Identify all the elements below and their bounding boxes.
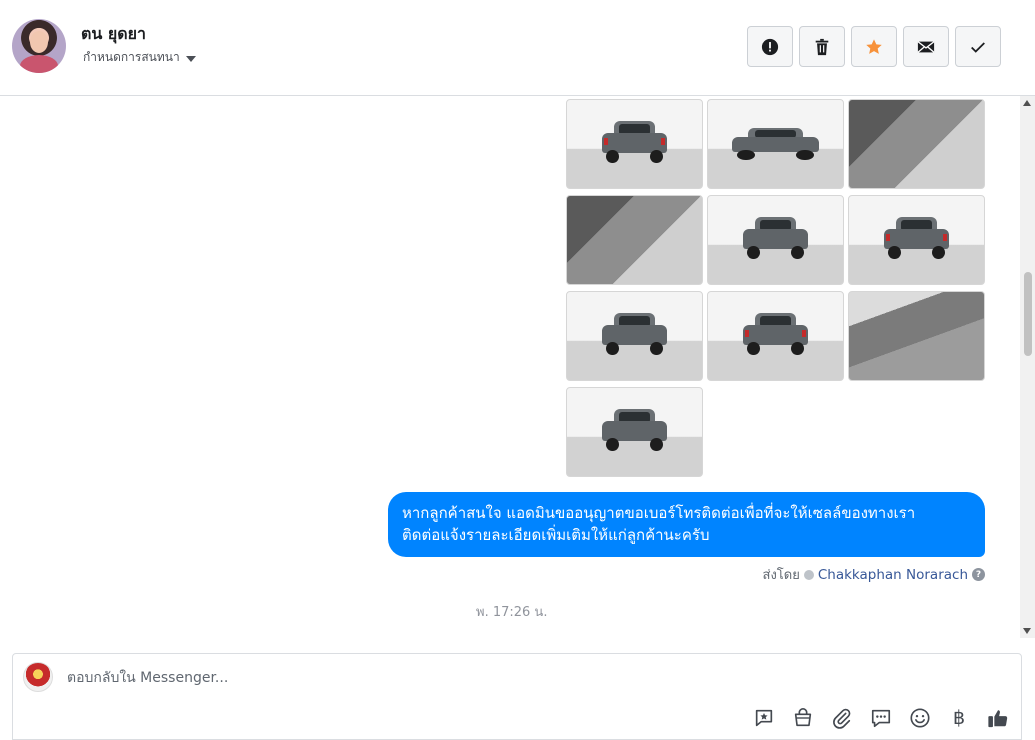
payment-button[interactable]: ฿ (948, 707, 970, 729)
thumbs-up-icon (988, 710, 1008, 728)
exclamation-icon (761, 38, 779, 55)
check-icon (971, 41, 985, 53)
envelope-icon (917, 40, 935, 53)
scroll-down-icon[interactable] (1023, 628, 1031, 634)
photo-thumbnail[interactable] (707, 291, 844, 381)
saved-reply-button[interactable] (753, 707, 775, 729)
conversation-settings-label: กำหนดการสนทนา (83, 50, 180, 64)
scroll-up-icon[interactable] (1023, 100, 1031, 106)
message-timestamp: พ. 17:26 น. (476, 605, 548, 620)
delete-button[interactable] (799, 26, 845, 67)
composer-tools: ฿ (753, 707, 1009, 729)
sent-by-info: ส่งโดย Chakkaphan Norarach ? (763, 564, 985, 585)
message-text-line-1: หากลูกค้าสนใจ แอดมินขออนุญาตขอเบอร์โทรติ… (402, 504, 916, 522)
photo-thumbnail[interactable] (848, 99, 985, 189)
mark-unread-button[interactable] (903, 26, 949, 67)
sent-by-label: ส่งโดย (762, 568, 800, 583)
contact-avatar[interactable] (12, 19, 66, 73)
photo-thumbnail[interactable] (566, 291, 703, 381)
mark-done-button[interactable] (955, 26, 1001, 67)
contact-name[interactable]: ตน ยุดยา (81, 22, 146, 47)
sender-name-link[interactable]: Chakkaphan Norarach (818, 567, 968, 583)
star-icon (866, 38, 882, 54)
like-button[interactable] (987, 707, 1009, 729)
photo-thumbnail[interactable] (848, 195, 985, 285)
message-text-line-2: ติดต่อแจ้งรายละเอียดเพิ่มเติมให้แก่ลูกค้… (402, 526, 710, 544)
photo-thumbnail[interactable] (566, 387, 703, 477)
baht-icon: ฿ (952, 707, 966, 729)
photo-thumbnail[interactable] (707, 195, 844, 285)
emoji-button[interactable] (909, 707, 931, 729)
header-actions (747, 26, 1001, 67)
saved-reply-icon (755, 709, 773, 727)
conversation-header: ตน ยุดยา กำหนดการสนทนา (0, 0, 1035, 96)
thread-scrollbar[interactable] (1020, 96, 1035, 638)
chat-bubble-icon (871, 709, 891, 728)
photo-thumbnail[interactable] (566, 99, 703, 189)
page-avatar (23, 662, 53, 692)
shop-button[interactable] (792, 707, 814, 729)
photo-thumbnail[interactable] (707, 99, 844, 189)
message-thread: หากลูกค้าสนใจ แอดมินขออนุญาตขอเบอร์โทรติ… (0, 96, 1035, 638)
star-button[interactable] (851, 26, 897, 67)
caret-down-icon (185, 55, 196, 62)
quick-reply-button[interactable] (870, 707, 892, 729)
photo-thumbnail[interactable] (566, 195, 703, 285)
reply-composer: ฿ (12, 653, 1022, 740)
emoji-icon (910, 708, 930, 728)
conversation-settings-dropdown[interactable]: กำหนดการสนทนา (83, 48, 196, 67)
shop-bag-icon (794, 708, 812, 727)
help-icon[interactable]: ? (972, 568, 985, 581)
reply-input[interactable] (67, 668, 967, 688)
scrollbar-thumb[interactable] (1024, 272, 1032, 356)
paperclip-icon (833, 708, 851, 729)
photo-thumbnail[interactable] (848, 291, 985, 381)
sent-check-icon (803, 569, 814, 580)
trash-icon (815, 38, 829, 55)
message-bubble[interactable]: หากลูกค้าสนใจ แอดมินขออนุญาตขอเบอร์โทรติ… (388, 492, 985, 557)
attach-file-button[interactable] (831, 707, 853, 729)
report-button[interactable] (747, 26, 793, 67)
